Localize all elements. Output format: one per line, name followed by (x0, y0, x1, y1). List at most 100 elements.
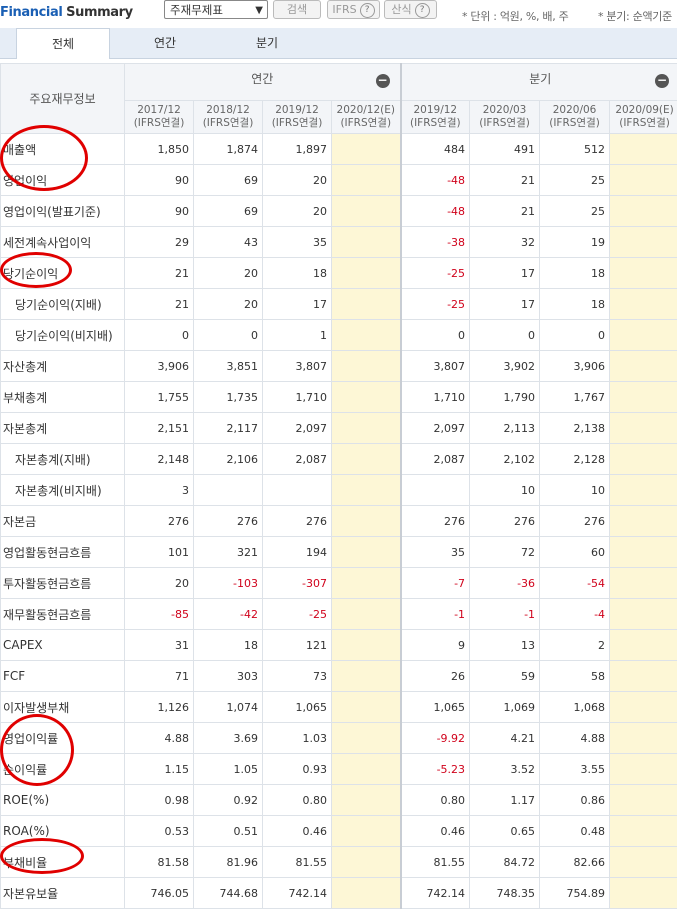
table-cell (332, 289, 401, 320)
table-cell: 59 (470, 661, 540, 692)
row-label[interactable]: 매출액 (1, 134, 125, 165)
table-cell: 0.46 (263, 816, 332, 847)
table-cell (332, 382, 401, 413)
ifrs-button-label: IFRS (332, 3, 356, 16)
table-cell: 321 (194, 537, 263, 568)
row-label[interactable]: 영업이익 (1, 165, 125, 196)
table-cell (610, 599, 677, 630)
table-cell: 276 (125, 506, 194, 537)
table-cell: 9 (401, 630, 470, 661)
table-cell: 3.55 (540, 754, 610, 785)
row-label[interactable]: 영업활동현금흐름 (1, 537, 125, 568)
table-cell (332, 413, 401, 444)
row-label[interactable]: 자본유보율 (1, 878, 125, 909)
table-row: 투자활동현금흐름20-103-307-7-36-54 (1, 568, 677, 599)
collapse-quarter-icon[interactable]: − (655, 74, 669, 88)
row-label[interactable]: FCF (1, 661, 125, 692)
row-label[interactable]: 영업이익(발표기준) (1, 196, 125, 227)
table-cell (610, 630, 677, 661)
table-cell: 2,097 (401, 413, 470, 444)
help-icon[interactable]: ? (360, 3, 375, 18)
period-standard: (IFRS연결) (125, 117, 193, 130)
ifrs-button[interactable]: IFRS? (327, 0, 380, 19)
table-cell: 18 (540, 258, 610, 289)
statement-type-select[interactable]: 주재무제표 ▼ (164, 0, 268, 19)
table-cell: 0.80 (263, 785, 332, 816)
row-label[interactable]: 자본총계(지배) (1, 444, 125, 475)
table-row: 자본총계(지배)2,1482,1062,0872,0872,1022,128 (1, 444, 677, 475)
table-cell: 20 (125, 568, 194, 599)
table-cell (610, 506, 677, 537)
table-cell: 512 (540, 134, 610, 165)
table-cell: 20 (194, 258, 263, 289)
table-row: 당기순이익(지배)212017-251718 (1, 289, 677, 320)
tab-all[interactable]: 전체 (16, 28, 110, 59)
row-label[interactable]: 재무활동현금흐름 (1, 599, 125, 630)
row-label[interactable]: 부채총계 (1, 382, 125, 413)
row-label[interactable]: ROE(%) (1, 785, 125, 816)
row-label[interactable]: 세전계속사업이익 (1, 227, 125, 258)
row-label[interactable]: ROA(%) (1, 816, 125, 847)
help-icon[interactable]: ? (415, 3, 430, 18)
row-label[interactable]: 자본금 (1, 506, 125, 537)
table-row: 영업활동현금흐름101321194357260 (1, 537, 677, 568)
table-cell: 18 (194, 630, 263, 661)
table-cell: -25 (401, 289, 470, 320)
row-label[interactable]: 자본총계(비지배) (1, 475, 125, 506)
row-label[interactable]: 영업이익률 (1, 723, 125, 754)
table-cell: -4 (540, 599, 610, 630)
table-cell: 4.21 (470, 723, 540, 754)
table-cell: -9.92 (401, 723, 470, 754)
table-cell: 0.65 (470, 816, 540, 847)
table-cell: 0.86 (540, 785, 610, 816)
collapse-annual-icon[interactable]: − (376, 74, 390, 88)
table-cell: 10 (540, 475, 610, 506)
table-cell: 1,767 (540, 382, 610, 413)
row-label[interactable]: 당기순이익 (1, 258, 125, 289)
period-date: 2020/06 (540, 104, 609, 117)
row-label[interactable]: 순이익률 (1, 754, 125, 785)
annual-group-header: 연간 − (125, 64, 401, 101)
table-cell: 1 (263, 320, 332, 351)
table-cell: 1,874 (194, 134, 263, 165)
table-cell: 17 (263, 289, 332, 320)
row-label[interactable]: 당기순이익(지배) (1, 289, 125, 320)
row-label[interactable]: 자산총계 (1, 351, 125, 382)
period-standard: (IFRS연결) (402, 117, 470, 130)
row-label[interactable]: 부채비율 (1, 847, 125, 878)
row-label[interactable]: 당기순이익(비지배) (1, 320, 125, 351)
formula-button-label: 산식 (391, 3, 411, 16)
table-cell (332, 258, 401, 289)
table-row: ROA(%)0.530.510.460.460.650.48 (1, 816, 677, 847)
table-cell: 35 (263, 227, 332, 258)
table-cell: 18 (540, 289, 610, 320)
table-cell: -36 (470, 568, 540, 599)
table-cell (401, 475, 470, 506)
tab-annual[interactable]: 연간 (118, 28, 212, 58)
row-label[interactable]: 투자활동현금흐름 (1, 568, 125, 599)
table-cell (610, 878, 677, 909)
table-row: ROE(%)0.980.920.800.801.170.86 (1, 785, 677, 816)
row-label[interactable]: 이자발생부채 (1, 692, 125, 723)
table-cell: 1,074 (194, 692, 263, 723)
tab-quarterly[interactable]: 분기 (220, 28, 314, 58)
title-rest: Summary (66, 5, 133, 20)
table-cell: 1,069 (470, 692, 540, 723)
table-cell (610, 692, 677, 723)
table-row: 영업이익(발표기준)906920-482125 (1, 196, 677, 227)
table-cell: 0.53 (125, 816, 194, 847)
table-cell: -25 (263, 599, 332, 630)
period-date: 2020/09(E) (610, 104, 677, 117)
table-cell: 25 (540, 165, 610, 196)
statement-type-value: 주재무제표 (170, 3, 223, 17)
table-cell: 26 (401, 661, 470, 692)
period-tabs: 전체 연간 분기 (0, 28, 677, 59)
table-cell: 82.66 (540, 847, 610, 878)
table-cell (610, 723, 677, 754)
table-row: 세전계속사업이익294335-383219 (1, 227, 677, 258)
row-label[interactable]: CAPEX (1, 630, 125, 661)
formula-button[interactable]: 산식? (384, 0, 437, 19)
period-header: 2020/09(E)(IFRS연결) (610, 101, 677, 134)
row-label[interactable]: 자본총계 (1, 413, 125, 444)
search-button[interactable]: 검색 (273, 0, 321, 19)
